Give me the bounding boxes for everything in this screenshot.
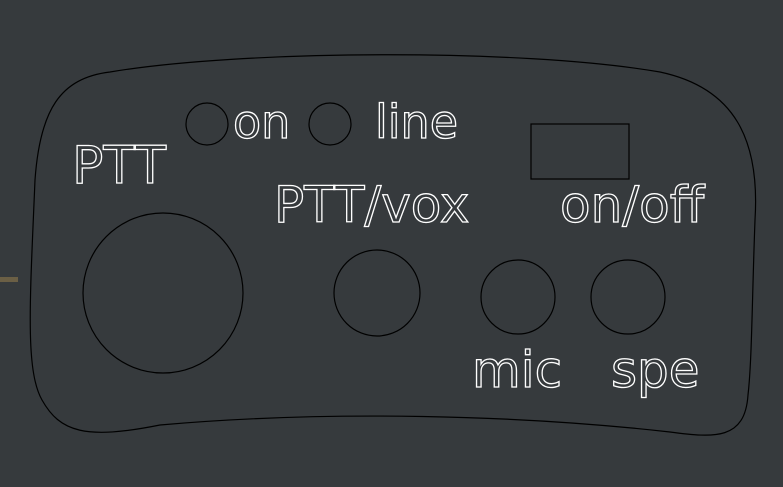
led-circle-line [308, 102, 352, 146]
label-on-off: on/off [560, 176, 706, 234]
label-on: on [233, 95, 290, 149]
ptt-button-outline [82, 212, 244, 374]
edge-mark [0, 277, 18, 282]
speaker-jack-outline [590, 259, 666, 335]
panel-drawing: PTT on line PTT/vox on/off mic spe [0, 0, 783, 487]
mic-jack-outline [480, 259, 556, 335]
label-spe: spe [611, 341, 700, 399]
led-circle-on [185, 102, 229, 146]
panel-svg: PTT on line PTT/vox on/off mic spe [0, 54, 757, 436]
ptt-vox-knob-outline [333, 249, 421, 337]
label-line: line [375, 95, 458, 149]
label-mic: mic [472, 341, 562, 399]
label-ptt: PTT [72, 136, 166, 196]
label-ptt-vox: PTT/vox [274, 176, 469, 234]
on-off-switch-outline [530, 123, 630, 180]
